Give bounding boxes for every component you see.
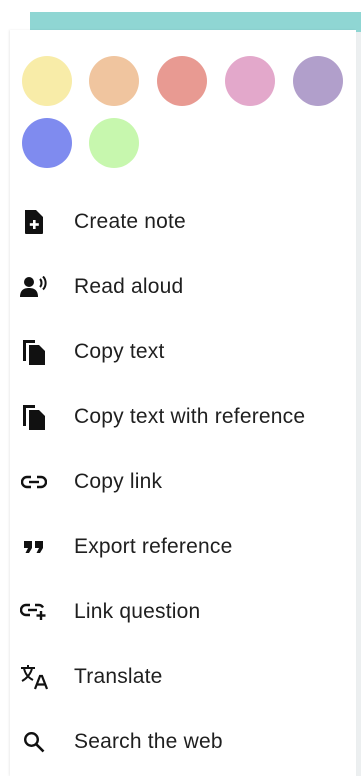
menu-item-copy-link[interactable]: Copy link <box>10 456 356 508</box>
menu-item-label: Translate <box>74 665 163 688</box>
quote-icon <box>20 534 48 560</box>
background-edge <box>356 32 361 776</box>
context-menu: Create note Read aloud Copy text Copy te… <box>10 30 356 776</box>
color-swatch-red[interactable] <box>157 56 207 106</box>
search-icon <box>20 729 48 755</box>
menu-item-export-reference[interactable]: Export reference <box>10 521 356 573</box>
menu-item-translate[interactable]: Translate <box>10 651 356 703</box>
copy-icon <box>20 339 48 365</box>
color-swatch-peach[interactable] <box>89 56 139 106</box>
menu-item-label: Link question <box>74 600 201 623</box>
color-swatch-green[interactable] <box>89 118 139 168</box>
screen: Create note Read aloud Copy text Copy te… <box>0 0 361 776</box>
speaker-person-icon <box>20 274 48 300</box>
menu-item-label: Create note <box>74 210 186 233</box>
link-icon <box>20 469 48 495</box>
note-add-icon <box>20 209 48 235</box>
link-add-icon <box>20 599 48 625</box>
menu-item-label: Copy text with reference <box>74 405 306 428</box>
menu-item-label: Export reference <box>74 535 233 558</box>
background-accent-strip <box>30 12 361 32</box>
color-swatch-yellow[interactable] <box>22 56 72 106</box>
color-swatch-pink[interactable] <box>225 56 275 106</box>
menu-item-label: Copy text <box>74 340 165 363</box>
menu-item-copy-text[interactable]: Copy text <box>10 326 356 378</box>
translate-icon <box>20 664 48 690</box>
copy-icon <box>20 404 48 430</box>
menu-item-label: Read aloud <box>74 275 184 298</box>
color-swatch-purple[interactable] <box>293 56 343 106</box>
menu-item-copy-text-with-reference[interactable]: Copy text with reference <box>10 391 356 443</box>
menu-item-read-aloud[interactable]: Read aloud <box>10 261 356 313</box>
menu-item-link-question[interactable]: Link question <box>10 586 356 638</box>
menu-item-label: Search the web <box>74 730 223 753</box>
color-swatch-blue[interactable] <box>22 118 72 168</box>
menu-item-search-the-web[interactable]: Search the web <box>10 716 356 768</box>
menu-item-label: Copy link <box>74 470 163 493</box>
menu-item-create-note[interactable]: Create note <box>10 196 356 248</box>
